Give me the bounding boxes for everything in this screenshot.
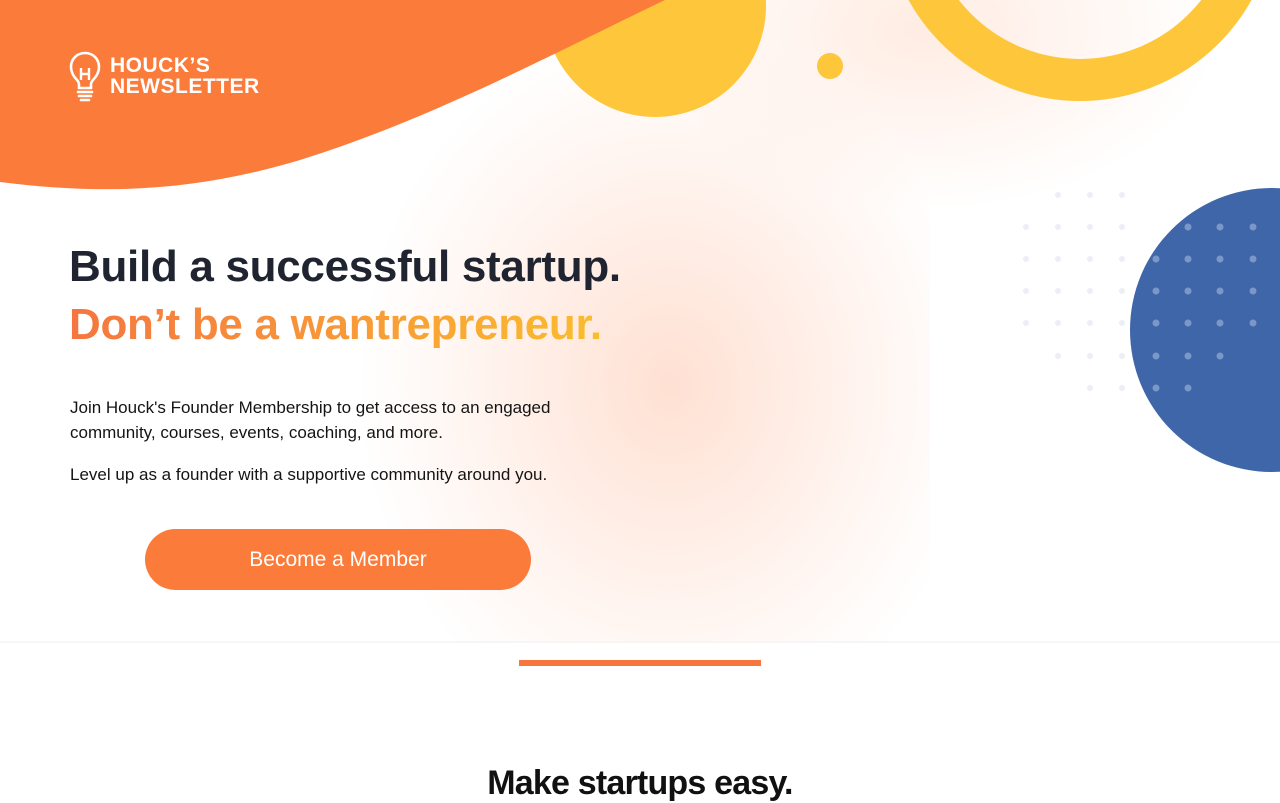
hero-subheadline: Don’t be a wantrepreneur.	[69, 300, 602, 349]
yellow-ring	[908, 0, 1252, 101]
logo-wordmark: HOUCK’S NEWSLETTER	[110, 55, 260, 97]
blue-circle	[1130, 188, 1280, 472]
hero-bottom-edge	[0, 641, 1280, 643]
logo-line-1: HOUCK’S	[110, 54, 211, 77]
logo-line-2: NEWSLETTER	[110, 75, 260, 98]
site-logo[interactable]: HOUCK’S NEWSLETTER	[68, 50, 260, 102]
section-divider	[519, 660, 761, 666]
lightbulb-icon	[69, 51, 101, 102]
yellow-dot	[817, 53, 843, 79]
hero-description: Join Houck's Founder Membership to get a…	[70, 398, 551, 442]
hero-headline: Build a successful startup.	[69, 242, 621, 291]
hero-tagline: Level up as a founder with a supportive …	[70, 465, 548, 484]
become-member-button[interactable]: Become a Member	[145, 529, 531, 590]
dot-grid-faint	[1023, 192, 1125, 391]
section-title: Make startups easy.	[487, 764, 793, 802]
